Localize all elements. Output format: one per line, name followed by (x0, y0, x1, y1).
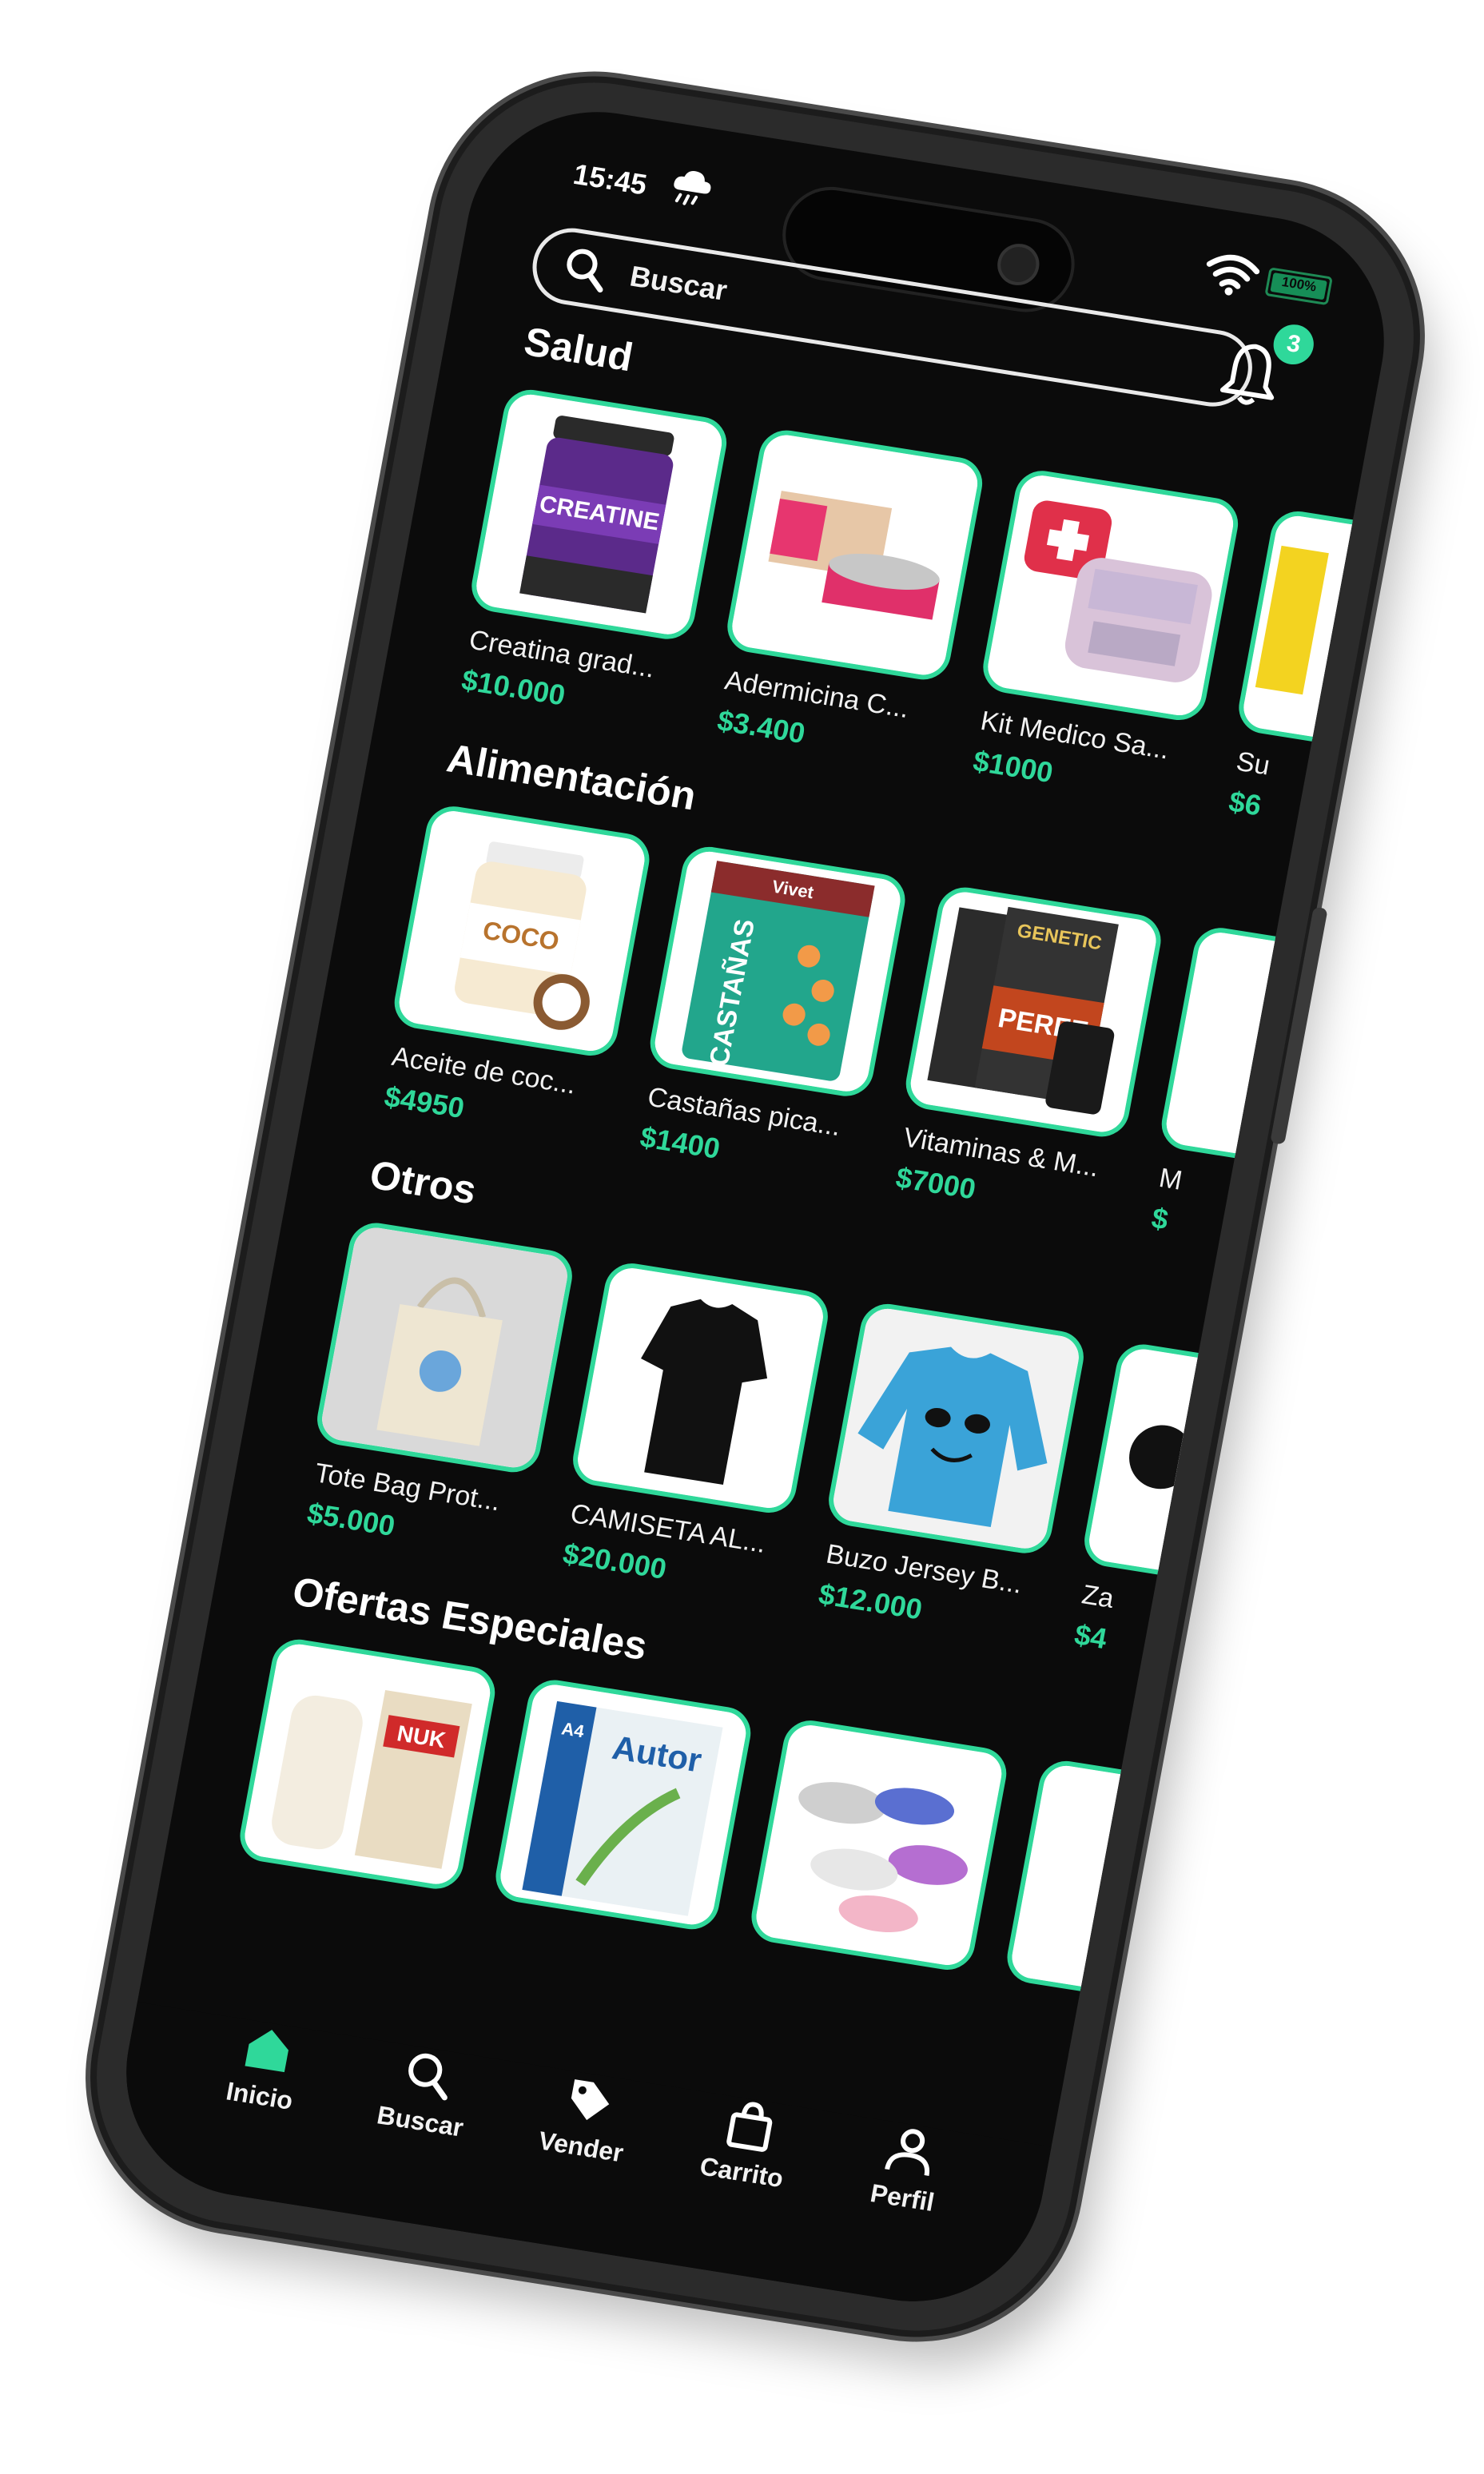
product-image-creatine: CREATINE (467, 386, 731, 643)
home-icon (245, 2030, 288, 2073)
product-price: $ (1148, 1201, 1172, 1236)
nav-label: Vender (535, 2126, 626, 2168)
nav-item-perfil[interactable]: Perfil (833, 2114, 983, 2223)
search-placeholder: Buscar (627, 259, 730, 307)
product-card[interactable]: M $ (1141, 924, 1406, 1269)
battery-indicator: 100% (1264, 267, 1333, 306)
product-card[interactable]: Kit Medico Sa... $1000 (963, 467, 1249, 812)
product-card[interactable] (746, 1716, 1017, 1975)
product-image-adermicina (722, 426, 987, 684)
nav-label: Perfil (868, 2178, 937, 2217)
product-card[interactable]: Autor A4 (491, 1676, 762, 1935)
product-price: $6 (1226, 784, 1264, 822)
product-image-partial (1080, 1340, 1344, 1598)
product-card[interactable]: GENETIC PERFE Vitaminas & M... $7000 (885, 883, 1172, 1229)
product-card[interactable]: Tote Bag Prot... $5.000 (296, 1219, 583, 1565)
rain-cloud-icon (674, 171, 711, 205)
product-card[interactable]: Buzo Jersey B... $12.000 (808, 1300, 1094, 1645)
nav-item-carrito[interactable]: Carrito (672, 2089, 822, 2198)
product-image-vitaminas: GENETIC PERFE (901, 883, 1166, 1141)
tag-icon (571, 2079, 610, 2121)
product-image-partial (1002, 1757, 1267, 2015)
nav-item-vender[interactable]: Vender (511, 2064, 662, 2173)
nav-label: Inicio (224, 2076, 296, 2115)
search-icon (408, 2053, 448, 2101)
nav-label: Buscar (375, 2100, 466, 2142)
product-price: $4 (1072, 1617, 1110, 1656)
section-alimentacion: Alimentación COCO Aceite de coc... $4950… (374, 734, 1406, 1245)
wifi-icon (1206, 254, 1260, 296)
product-image-tote-bag (312, 1219, 577, 1477)
product-card[interactable]: Adermicina C... $3.400 (707, 426, 993, 772)
product-card[interactable]: Za $4 (1064, 1340, 1350, 1686)
product-card[interactable]: CAMISETA AL... $20.000 (552, 1259, 838, 1605)
product-card[interactable]: Vivet CASTAÑAS Castañas pica... $1400 (630, 843, 916, 1188)
product-card[interactable] (1002, 1757, 1273, 2015)
product-card[interactable]: Su $6 (1219, 507, 1406, 853)
section-otros: Otros Tote Bag Prot... $5.000 CAMISETA A… (296, 1150, 1344, 1661)
search-icon (567, 249, 603, 293)
mockup-stage: 15:45 100% Buscar 3 Salud CREATINE Creat… (0, 0, 1484, 2474)
product-image-aceite-coco: COCO (390, 802, 654, 1060)
product-card[interactable]: CREATINE Creatina grad... $10.000 (452, 386, 738, 731)
product-image-camiseta (568, 1259, 833, 1517)
status-time: 15:45 (571, 157, 650, 201)
app-screen: 15:45 100% Buscar 3 Salud CREATINE Creat… (105, 93, 1406, 2320)
nav-item-buscar[interactable]: Buscar (350, 2038, 500, 2147)
camera-lens (993, 241, 1043, 288)
product-card[interactable]: COCO Aceite de coc... $4950 (374, 802, 660, 1148)
product-image-kit-medico (978, 467, 1243, 724)
product-image-partial (1234, 507, 1406, 765)
product-image-buzo (824, 1300, 1088, 1557)
product-image-nuk: NUK (235, 1635, 499, 1893)
nav-label: Carrito (697, 2151, 786, 2194)
phone-frame: 15:45 100% Buscar 3 Salud CREATINE Creat… (71, 61, 1439, 2353)
size-label: A4 (560, 1718, 587, 1741)
product-card[interactable]: NUK (235, 1635, 506, 1894)
product-image-castanas: Vivet CASTAÑAS (646, 843, 910, 1100)
side-button (1270, 906, 1328, 1145)
nav-item-inicio[interactable]: Inicio (189, 2013, 340, 2122)
product-image-autor-a4: Autor A4 (491, 1676, 755, 1934)
shopping-bag-icon (726, 2102, 772, 2152)
user-icon (885, 2129, 930, 2176)
product-image-containers (746, 1716, 1011, 1974)
bottom-nav: Inicio Buscar Vender Carrito Perfil (105, 2002, 1052, 2320)
